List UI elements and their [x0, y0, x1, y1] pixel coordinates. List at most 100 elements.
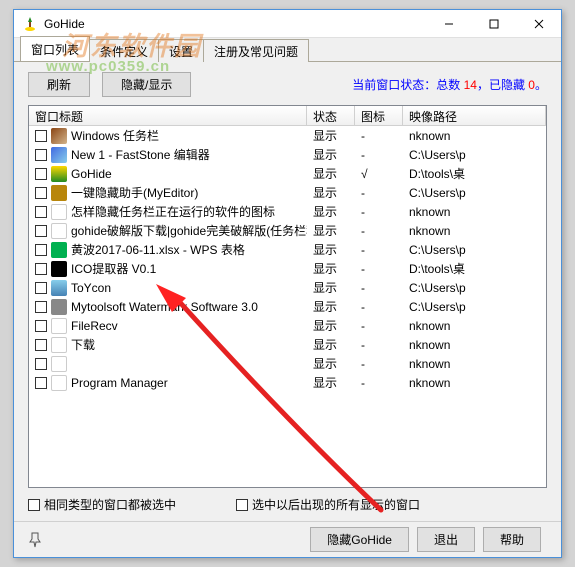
status-hidden-value: 0 — [528, 78, 535, 92]
table-row[interactable]: Mytoolsoft Watermark Software 3.0显示-C:\U… — [29, 297, 546, 316]
row-icon-flag: - — [355, 376, 403, 390]
row-icon-flag: √ — [355, 167, 403, 181]
window-icon — [51, 242, 67, 258]
row-checkbox[interactable] — [35, 301, 47, 313]
row-path: C:\Users\p — [403, 300, 546, 314]
options-row: 相同类型的窗口都被选中 选中以后出现的所有显示的窗口 — [28, 496, 547, 513]
row-state: 显示 — [307, 165, 355, 182]
window-icon — [51, 147, 67, 163]
bottom-bar: 隐藏GoHide 退出 帮助 — [14, 521, 561, 557]
table-row[interactable]: FileRecv显示-nknown — [29, 316, 546, 335]
titlebar[interactable]: GoHide — [14, 10, 561, 38]
table-row[interactable]: 怎样隐藏任务栏正在运行的软件的图标显示-nknown — [29, 202, 546, 221]
table-row[interactable]: Windows 任务栏显示-nknown — [29, 126, 546, 145]
table-row[interactable]: New 1 - FastStone 编辑器显示-C:\Users\p — [29, 145, 546, 164]
listview-header[interactable]: 窗口标题 状态 图标 映像路径 — [29, 106, 546, 126]
table-row[interactable]: GoHide显示√D:\tools\桌 — [29, 164, 546, 183]
row-path: C:\Users\p — [403, 148, 546, 162]
row-state: 显示 — [307, 203, 355, 220]
row-checkbox[interactable] — [35, 225, 47, 237]
exit-button[interactable]: 退出 — [417, 527, 475, 552]
window-icon — [51, 280, 67, 296]
row-icon-flag: - — [355, 243, 403, 257]
row-title: New 1 - FastStone 编辑器 — [71, 146, 210, 163]
checkbox-icon[interactable] — [28, 499, 40, 511]
row-state: 显示 — [307, 279, 355, 296]
row-title: 怎样隐藏任务栏正在运行的软件的图标 — [71, 203, 275, 220]
row-state: 显示 — [307, 355, 355, 372]
tab-content: 刷新 隐藏/显示 当前窗口状态：总数 14，已隐藏 0。 窗口标题 状态 图标 … — [14, 62, 561, 521]
row-state: 显示 — [307, 374, 355, 391]
col-state[interactable]: 状态 — [307, 106, 355, 125]
tab-window-list[interactable]: 窗口列表 — [20, 36, 90, 61]
minimize-button[interactable] — [426, 10, 471, 38]
window-icon — [51, 299, 67, 315]
row-icon-flag: - — [355, 281, 403, 295]
status-sep: ， — [477, 78, 489, 92]
window-icon — [51, 356, 67, 372]
row-state: 显示 — [307, 260, 355, 277]
row-icon-flag: - — [355, 300, 403, 314]
row-path: nknown — [403, 224, 546, 238]
row-title: Windows 任务栏 — [71, 127, 159, 144]
tabstrip: 窗口列表 条件定义 设置 注册及常见问题 — [14, 38, 561, 62]
col-path[interactable]: 映像路径 — [403, 106, 546, 125]
row-title: FileRecv — [71, 319, 118, 333]
close-button[interactable] — [516, 10, 561, 38]
row-icon-flag: - — [355, 224, 403, 238]
tab-condition[interactable]: 条件定义 — [89, 39, 159, 62]
table-row[interactable]: Program Manager显示-nknown — [29, 373, 546, 392]
table-row[interactable]: 显示-nknown — [29, 354, 546, 373]
row-title: 下载 — [71, 336, 95, 353]
refresh-button[interactable]: 刷新 — [28, 72, 90, 97]
row-checkbox[interactable] — [35, 358, 47, 370]
help-button[interactable]: 帮助 — [483, 527, 541, 552]
opt-after-show[interactable]: 选中以后出现的所有显示的窗口 — [236, 496, 420, 513]
opt-same-type-label: 相同类型的窗口都被选中 — [44, 496, 176, 513]
checkbox-icon[interactable] — [236, 499, 248, 511]
row-checkbox[interactable] — [35, 149, 47, 161]
row-title: 一键隐藏助手(MyEditor) — [71, 184, 198, 201]
row-checkbox[interactable] — [35, 282, 47, 294]
table-row[interactable]: ToYcon显示-C:\Users\p — [29, 278, 546, 297]
row-checkbox[interactable] — [35, 263, 47, 275]
table-row[interactable]: ICO提取器 V0.1显示-D:\tools\桌 — [29, 259, 546, 278]
table-row[interactable]: 黄波2017-06-11.xlsx - WPS 表格显示-C:\Users\p — [29, 240, 546, 259]
row-checkbox[interactable] — [35, 339, 47, 351]
col-title[interactable]: 窗口标题 — [29, 106, 307, 125]
row-checkbox[interactable] — [35, 130, 47, 142]
opt-same-type[interactable]: 相同类型的窗口都被选中 — [28, 496, 176, 513]
opt-after-show-label: 选中以后出现的所有显示的窗口 — [252, 496, 420, 513]
row-checkbox[interactable] — [35, 206, 47, 218]
tab-settings[interactable]: 设置 — [158, 39, 204, 62]
row-path: nknown — [403, 376, 546, 390]
window-title: GoHide — [44, 17, 85, 31]
row-title: 黄波2017-06-11.xlsx - WPS 表格 — [71, 241, 245, 258]
col-icon[interactable]: 图标 — [355, 106, 403, 125]
tab-register-faq[interactable]: 注册及常见问题 — [203, 39, 309, 62]
table-row[interactable]: gohide破解版下载|gohide完美破解版(任务栏程序一键...显示-nkn… — [29, 221, 546, 240]
maximize-button[interactable] — [471, 10, 516, 38]
hide-show-button[interactable]: 隐藏/显示 — [102, 72, 191, 97]
row-checkbox[interactable] — [35, 320, 47, 332]
table-row[interactable]: 下载显示-nknown — [29, 335, 546, 354]
row-checkbox[interactable] — [35, 244, 47, 256]
row-icon-flag: - — [355, 148, 403, 162]
app-window: GoHide 河东软件园 www.pc0359.cn 窗口列表 条件定义 设置 … — [13, 9, 562, 558]
table-row[interactable]: 一键隐藏助手(MyEditor)显示-C:\Users\p — [29, 183, 546, 202]
row-checkbox[interactable] — [35, 168, 47, 180]
hide-gohide-button[interactable]: 隐藏GoHide — [310, 527, 409, 552]
row-path: D:\tools\桌 — [403, 165, 546, 182]
row-icon-flag: - — [355, 319, 403, 333]
row-path: nknown — [403, 357, 546, 371]
window-listview[interactable]: 窗口标题 状态 图标 映像路径 Windows 任务栏显示-nknownNew … — [28, 105, 547, 488]
listview-body[interactable]: Windows 任务栏显示-nknownNew 1 - FastStone 编辑… — [29, 126, 546, 487]
row-checkbox[interactable] — [35, 377, 47, 389]
window-icon — [51, 204, 67, 220]
row-icon-flag: - — [355, 205, 403, 219]
row-checkbox[interactable] — [35, 187, 47, 199]
pin-icon[interactable] — [26, 531, 44, 549]
window-icon — [51, 337, 67, 353]
row-path: D:\tools\桌 — [403, 260, 546, 277]
window-icon — [51, 128, 67, 144]
